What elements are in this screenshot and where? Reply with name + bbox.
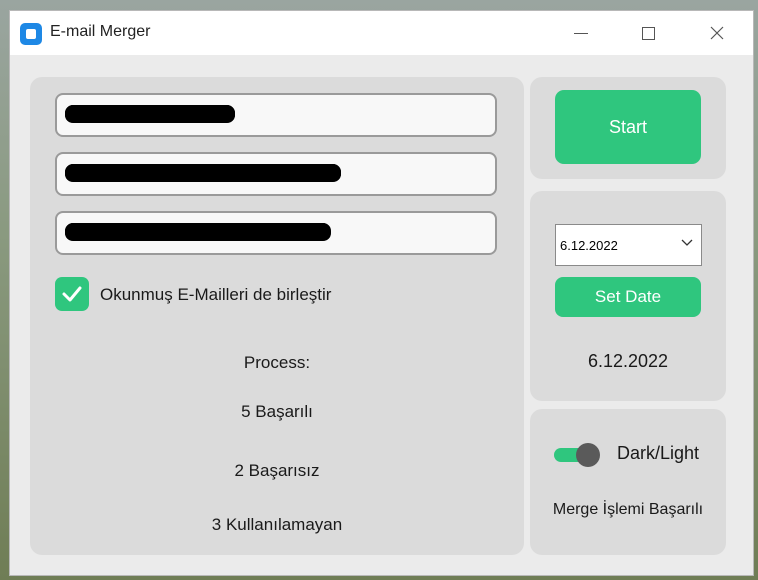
- title-bar: E-mail Merger: [10, 11, 753, 55]
- maximize-icon: [641, 26, 655, 40]
- date-picker[interactable]: 6.12.2022: [555, 224, 702, 266]
- email-field-2-value: ██████████████████████████: [65, 164, 342, 182]
- merge-read-label: Okunmuş E-Mailleri de birleştir: [100, 285, 332, 304]
- main-panel: ████████████████ ███████████████████████…: [30, 77, 524, 555]
- close-icon: [710, 26, 724, 40]
- set-date-button[interactable]: Set Date: [555, 277, 701, 317]
- email-field-2[interactable]: ██████████████████████████: [55, 152, 497, 196]
- email-field-1[interactable]: ████████████████: [55, 93, 497, 137]
- checkmark-icon: [62, 286, 82, 302]
- process-heading: Process:: [243, 353, 311, 372]
- email-field-1-value: ████████████████: [65, 105, 236, 123]
- toggle-knob: [576, 443, 600, 467]
- chevron-down-icon: [681, 239, 693, 246]
- merge-read-checkbox[interactable]: [55, 277, 89, 311]
- theme-toggle[interactable]: [554, 443, 602, 467]
- minimize-button[interactable]: [558, 11, 604, 55]
- start-panel: Start: [530, 77, 726, 179]
- theme-panel: Dark/Light Merge İşlemi Başarılı: [530, 409, 726, 555]
- date-picker-value: 6.12.2022: [560, 238, 618, 253]
- maximize-button[interactable]: [625, 11, 671, 55]
- date-display: 6.12.2022: [587, 351, 669, 371]
- window-title: E-mail Merger: [50, 23, 151, 40]
- close-button[interactable]: [694, 11, 740, 55]
- merge-status: Merge İşlemi Başarılı: [552, 501, 704, 518]
- email-field-3[interactable]: █████████████████████████: [55, 211, 497, 255]
- app-window: E-mail Merger ████████████████ █████████…: [9, 10, 754, 576]
- unusable-count: 3 Kullanılamayan: [211, 515, 343, 534]
- minimize-icon: [574, 32, 588, 34]
- failed-count: 2 Başarısız: [234, 461, 320, 480]
- email-field-3-value: █████████████████████████: [65, 223, 331, 241]
- theme-label: Dark/Light: [617, 443, 700, 463]
- date-panel: 6.12.2022 Set Date 6.12.2022: [530, 191, 726, 401]
- start-button[interactable]: Start: [555, 90, 701, 164]
- success-count: 5 Başarılı: [241, 402, 313, 421]
- app-logo-icon: [20, 23, 42, 45]
